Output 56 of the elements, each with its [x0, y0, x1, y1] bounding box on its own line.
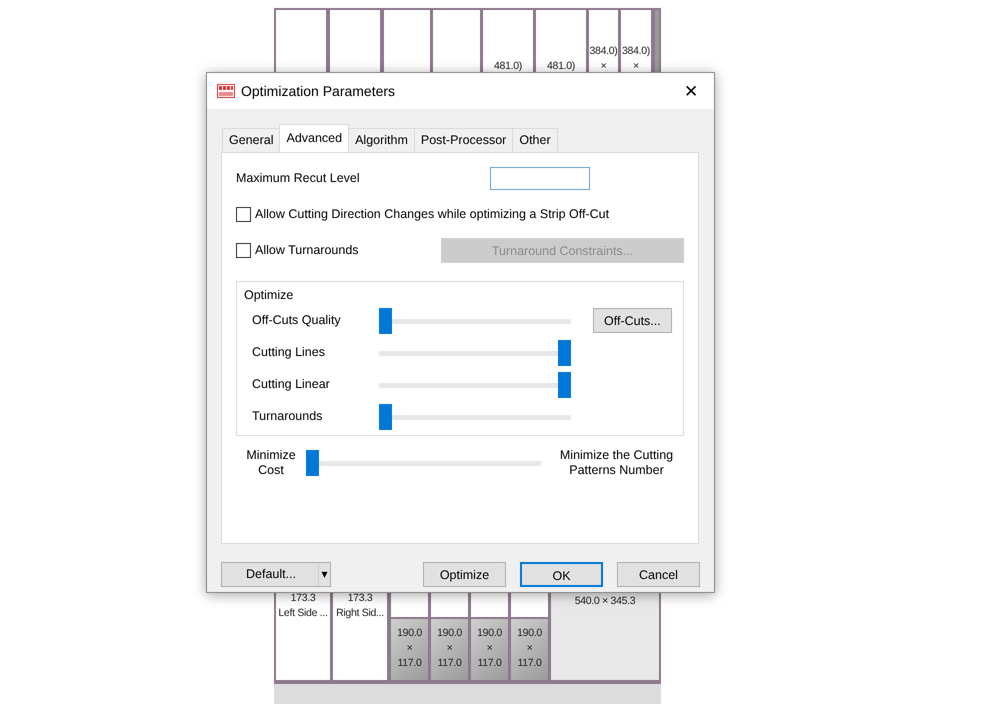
slider-label: Cutting Lines	[252, 344, 326, 362]
panel-label: Right Sid...	[335, 606, 385, 621]
panel-label: ×	[526, 641, 534, 656]
panel-label: 540.0 × 345.3	[574, 594, 636, 609]
slider-thumb[interactable]	[558, 340, 571, 366]
panel-label: ×	[406, 641, 414, 656]
slider-thumb[interactable]	[558, 372, 571, 398]
panel-label: 190.0	[396, 626, 423, 641]
panel-label: 190.0	[516, 626, 543, 641]
slider-track[interactable]	[306, 450, 541, 476]
panel-label: 117.0	[396, 656, 422, 671]
slider-thumb[interactable]	[379, 404, 392, 430]
tab[interactable]: General	[222, 128, 280, 152]
slider-track[interactable]	[379, 404, 571, 430]
panel-label: 384.0)	[621, 44, 651, 59]
slider-thumb[interactable]	[379, 308, 392, 334]
panel-label: ×	[486, 641, 494, 656]
dialog-button[interactable]: Optimize	[423, 562, 506, 587]
slider-thumb[interactable]	[306, 450, 319, 476]
panel-label: ×	[446, 641, 454, 656]
dialog-button[interactable]: Cancel	[617, 562, 700, 587]
checkbox-label[interactable]: Allow Cutting Direction Changes while optimizing a Strip Off-Cut	[255, 205, 610, 224]
slider-label: Turnarounds	[252, 408, 324, 426]
slider-label: Off-Cuts Quality	[252, 312, 342, 330]
panel-label: 117.0	[516, 656, 542, 671]
field-label: Maximum Recut Level	[236, 170, 360, 187]
panel-label: Left Side ...	[277, 606, 329, 621]
slider-track[interactable]	[379, 340, 571, 366]
panel-label: 190.0	[476, 626, 503, 641]
window-title: Optimization Parameters	[241, 82, 396, 101]
slider-label: Minimize Cost	[245, 448, 297, 478]
slider-track[interactable]	[379, 372, 571, 398]
app-icon	[217, 84, 235, 98]
off-cuts-button[interactable]: Off-Cuts...	[593, 308, 672, 333]
tab[interactable]: Advanced	[279, 124, 350, 152]
panel-label: 117.0	[476, 656, 502, 671]
checkbox-label[interactable]: Allow Turnarounds	[255, 241, 359, 260]
checkbox[interactable]	[236, 207, 251, 222]
panel-label: 173.3	[290, 591, 316, 606]
panel-label: 384.0)	[589, 44, 618, 59]
tab[interactable]: Other	[512, 128, 558, 152]
panel-label: 117.0	[436, 656, 462, 671]
input-field[interactable]	[490, 166, 590, 190]
panel-label: 481.0)	[546, 59, 576, 74]
slider-label: Cutting Linear	[252, 376, 331, 394]
panel-label: 173.3	[346, 591, 374, 606]
slider-track[interactable]	[379, 308, 571, 334]
panel-label: 190.0	[436, 626, 463, 641]
close-button[interactable]: ✕	[678, 82, 704, 100]
dialog-button[interactable]: OK	[520, 562, 603, 587]
default-button[interactable]: Default... ▾	[221, 562, 331, 587]
slider-label: Minimize the Cutting Patterns Number	[558, 448, 674, 478]
panel-label: ×	[600, 59, 608, 74]
panel-label: ×	[632, 59, 640, 74]
panel-label: 481.0)	[493, 59, 523, 74]
checkbox[interactable]	[236, 243, 251, 258]
